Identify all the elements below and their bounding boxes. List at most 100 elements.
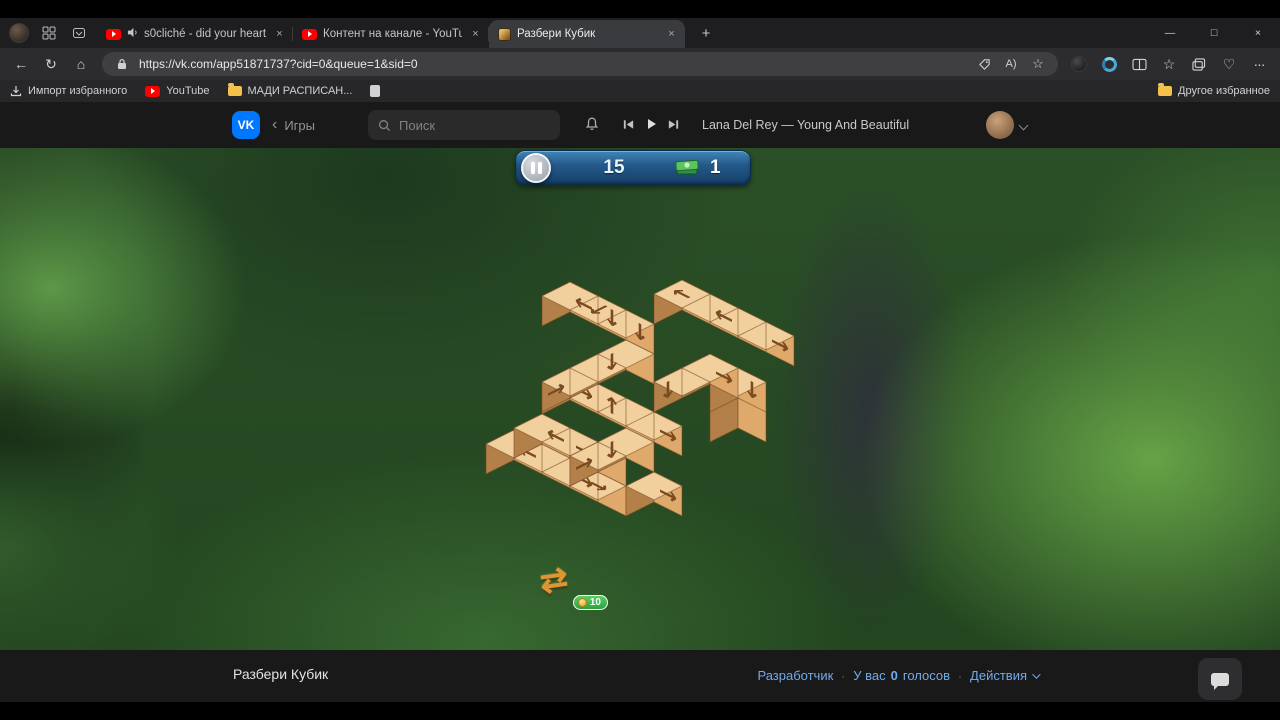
chat-bubble-icon: [1211, 672, 1229, 690]
developer-link[interactable]: Разработчик: [757, 668, 833, 683]
game-hud: 15 1: [515, 150, 751, 186]
now-playing-track[interactable]: Lana Del Rey — Young And Beautiful: [702, 118, 909, 132]
vk-app-footer: Разбери Кубик Разработчик · У вас 0 голо…: [0, 650, 1280, 702]
refresh-icon[interactable]: ↻: [36, 51, 66, 77]
dot-separator: ·: [841, 668, 846, 683]
browser-toolbar: ← ↻ ⌂ A) ☆ ☆ ♡ ···: [0, 48, 1280, 80]
extension-orb-icon[interactable]: [1064, 51, 1094, 77]
search-input[interactable]: [399, 117, 550, 133]
minimize-button[interactable]: —: [1148, 18, 1192, 48]
back-icon[interactable]: ←: [6, 51, 36, 77]
coin-icon: [577, 598, 587, 607]
svg-text:→: →: [771, 326, 789, 362]
svg-text:←: ←: [715, 298, 733, 334]
bookmarks-bar: Импорт избранного YouTube МАДИ РАСПИСАН.…: [0, 80, 1280, 102]
favorite-star-icon[interactable]: ☆: [1028, 55, 1048, 73]
lock-icon: [112, 55, 132, 73]
tab-title: Разбери Кубик: [517, 28, 596, 40]
back-label: Игры: [284, 117, 315, 133]
svg-text:↓: ↓: [603, 344, 621, 380]
youtube-favicon: [106, 28, 121, 40]
svg-text:↓: ↓: [659, 372, 677, 408]
svg-text:→: →: [659, 416, 677, 452]
youtube-favicon: [145, 85, 161, 97]
votes-suffix: голосов: [902, 668, 951, 683]
bookmark-folder-other[interactable]: Другое избранное: [1158, 83, 1270, 97]
tab-audio-icon: [127, 27, 138, 41]
avatar-chevron-down-icon[interactable]: [1018, 120, 1029, 131]
chat-widget-button[interactable]: [1198, 658, 1242, 700]
tab-youtube-video[interactable]: s0cliché - did your heart sta ×: [97, 20, 293, 48]
collections-icon[interactable]: [1184, 51, 1214, 77]
tab-title: Контент на канале - YouTube St: [323, 28, 462, 40]
import-icon: [10, 86, 22, 97]
svg-text:→: →: [659, 476, 677, 512]
page-icon: [370, 85, 381, 97]
moves-counter: 15: [603, 157, 625, 178]
money-icon: [674, 158, 700, 183]
close-button[interactable]: ×: [1236, 18, 1280, 48]
vk-logo[interactable]: VK: [232, 111, 260, 139]
browser-essentials-icon[interactable]: ♡: [1214, 51, 1244, 77]
votes-link[interactable]: У вас 0 голосов: [853, 668, 950, 683]
tab-close-icon[interactable]: ×: [664, 27, 679, 42]
actions-label: Действия: [970, 668, 1027, 683]
next-track-icon[interactable]: [667, 118, 680, 136]
game-favicon: [498, 27, 511, 41]
copilot-icon[interactable]: [1094, 51, 1124, 77]
search-icon: [379, 119, 391, 131]
shopping-tag-icon[interactable]: [974, 55, 994, 73]
vk-header: VK ‹ Игры Lana Del Rey — Young And Beaut…: [0, 102, 1280, 148]
notifications-bell-icon[interactable]: [584, 116, 600, 137]
folder-icon: [227, 83, 242, 96]
chevron-down-icon: [1032, 669, 1041, 679]
dot-separator: ·: [958, 668, 963, 683]
svg-text:↑: ↑: [603, 388, 621, 424]
read-aloud-icon[interactable]: A): [1001, 55, 1021, 73]
window-controls: — □ ×: [1148, 18, 1280, 48]
folder-icon: [1158, 83, 1172, 96]
vk-page: VK ‹ Игры Lana Del Rey — Young And Beaut…: [0, 102, 1280, 702]
maximize-button[interactable]: □: [1192, 18, 1236, 48]
tab-youtube-studio[interactable]: Контент на канале - YouTube St ×: [293, 20, 489, 48]
split-screen-icon[interactable]: [1124, 51, 1154, 77]
favorites-icon[interactable]: ☆: [1154, 51, 1184, 77]
bookmark-youtube[interactable]: YouTube: [145, 85, 210, 97]
bookmark-label: Другое избранное: [1178, 85, 1270, 97]
votes-prefix: У вас: [853, 668, 886, 683]
workspaces-icon[interactable]: [39, 23, 59, 43]
browser-profile-avatar[interactable]: [9, 23, 29, 43]
game-canvas: ←→→→←→←↓↓↓↓→→↑→↓→↓→↓←→← 15 1 ⇄ 10: [0, 148, 1280, 650]
tab-close-icon[interactable]: ×: [468, 27, 483, 42]
tab-title: s0cliché - did your heart sta: [144, 28, 266, 40]
hint-cost-badge: 10: [572, 595, 608, 610]
url-input[interactable]: [139, 57, 967, 71]
hint-count: 10: [589, 597, 601, 608]
new-tab-button[interactable]: +: [693, 20, 719, 46]
chevron-left-icon: ‹: [272, 116, 278, 133]
user-avatar[interactable]: [986, 111, 1014, 139]
bookmark-folder-madi[interactable]: МАДИ РАСПИСАН...: [227, 83, 352, 97]
puzzle-cube[interactable]: ←→→→←→←↓↓↓↓→→↑→↓→↓→↓←→←: [0, 148, 1280, 650]
money-counter: 1: [710, 157, 721, 178]
hint-button[interactable]: ⇄ 10: [537, 559, 608, 610]
back-to-games-link[interactable]: ‹ Игры: [272, 116, 315, 134]
browser-tab-strip: s0cliché - did your heart sta × Контент …: [0, 18, 1280, 48]
settings-more-icon[interactable]: ···: [1244, 51, 1274, 77]
tab-game-active[interactable]: Разбери Кубик ×: [489, 20, 685, 48]
previous-track-icon[interactable]: [622, 118, 635, 136]
tab-actions-icon[interactable]: [69, 23, 89, 43]
vk-search-box[interactable]: [368, 110, 560, 140]
bookmark-label: Импорт избранного: [28, 85, 128, 97]
swap-arrows-icon: ⇄: [537, 559, 571, 600]
bookmark-untitled-page[interactable]: [370, 85, 381, 97]
tab-close-icon[interactable]: ×: [272, 27, 287, 42]
app-title: Разбери Кубик: [233, 666, 329, 682]
actions-menu[interactable]: Действия: [970, 668, 1041, 683]
pause-button[interactable]: [521, 153, 551, 183]
play-icon[interactable]: [644, 117, 658, 136]
home-icon[interactable]: ⌂: [66, 51, 96, 77]
bookmark-import-favorites[interactable]: Импорт избранного: [10, 85, 127, 97]
tab-list: s0cliché - did your heart sta × Контент …: [97, 18, 685, 48]
address-bar[interactable]: A) ☆: [102, 52, 1058, 76]
